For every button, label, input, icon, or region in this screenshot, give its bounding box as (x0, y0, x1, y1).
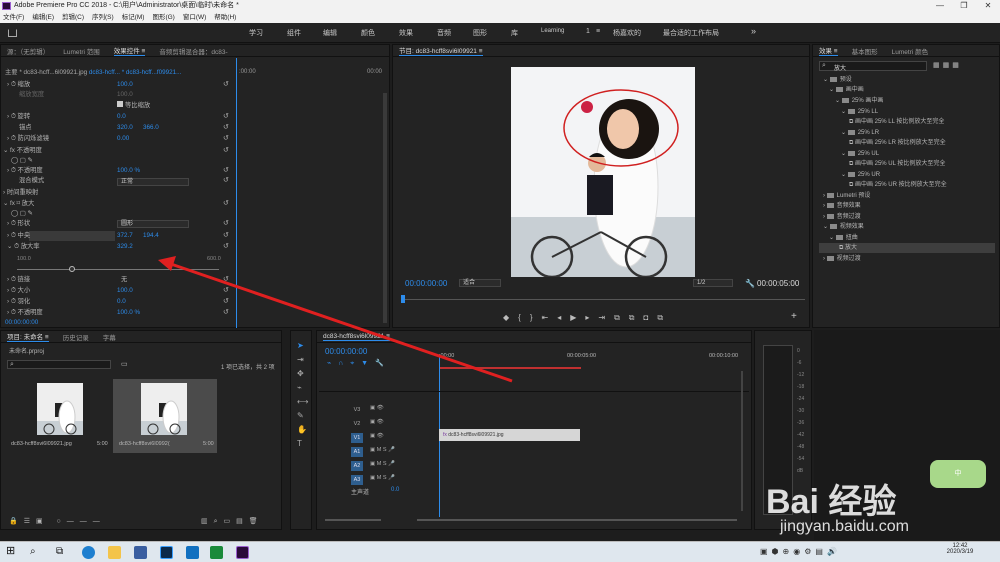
taskbar: ⊞ ⌕ ⧉ ▣⬢⊕◉⚙▤🔊 12:42 2020/3/19 (0, 541, 1000, 562)
photoshop-icon[interactable] (160, 546, 173, 559)
system-tray-icons[interactable]: ▣⬢⊕◉⚙▤🔊 (760, 547, 841, 556)
windows-start-icon[interactable]: ⊞ (6, 544, 19, 557)
annotation-arrow (167, 261, 513, 383)
premiere-icon[interactable] (236, 546, 249, 559)
arrow-head-icon (158, 256, 176, 271)
explorer-icon[interactable] (108, 546, 121, 559)
clock[interactable]: 12:42 2020/3/19 (940, 543, 980, 555)
watermark-url: jingyan.baidu.com (780, 518, 909, 535)
app2-icon[interactable] (186, 546, 199, 559)
wechat-icon[interactable] (210, 546, 223, 559)
app-icon[interactable] (134, 546, 147, 559)
watermark-logo: Bai 经验 (766, 483, 897, 521)
search-icon[interactable]: ⌕ (30, 546, 43, 559)
task-view-icon[interactable]: ⧉ (56, 546, 69, 559)
ime-widget[interactable]: 中 (930, 460, 986, 488)
edge-icon[interactable] (82, 546, 95, 559)
